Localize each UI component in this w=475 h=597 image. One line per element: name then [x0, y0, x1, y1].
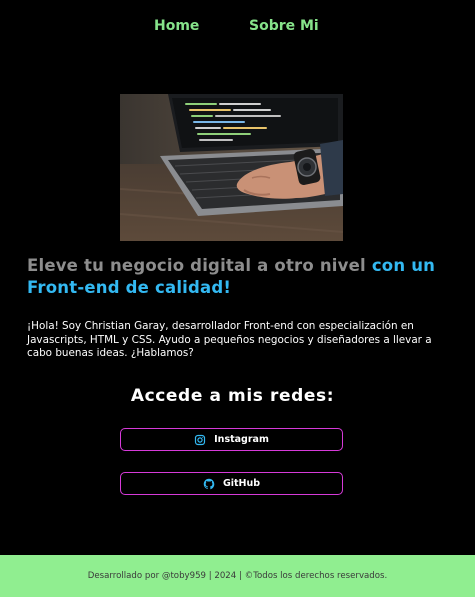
github-button[interactable]: GitHub: [120, 472, 343, 495]
instagram-icon: [194, 434, 206, 446]
instagram-button-label: Instagram: [214, 434, 269, 445]
github-button-label: GitHub: [222, 478, 261, 489]
instagram-button[interactable]: Instagram: [120, 428, 343, 451]
page-headline: Eleve tu negocio digital a otro nivel co…: [27, 255, 457, 299]
nav-link-home[interactable]: Home: [154, 18, 199, 34]
footer-text: Desarrollado por @toby959 | 2024 | ©Todo…: [87, 571, 388, 581]
page-footer: Desarrollado por @toby959 | 2024 | ©Todo…: [0, 555, 475, 597]
github-icon: [203, 478, 215, 490]
intro-paragraph: ¡Hola! Soy Christian Garay, desarrollado…: [27, 320, 432, 359]
social-section-title: Accede a mis redes:: [130, 386, 335, 406]
headline-muted-text: Eleve tu negocio digital a otro nivel: [27, 256, 372, 275]
nav-link-about[interactable]: Sobre Mi: [249, 18, 319, 34]
hero-image: [120, 94, 343, 241]
main-nav: Home Sobre Mi: [0, 18, 475, 40]
